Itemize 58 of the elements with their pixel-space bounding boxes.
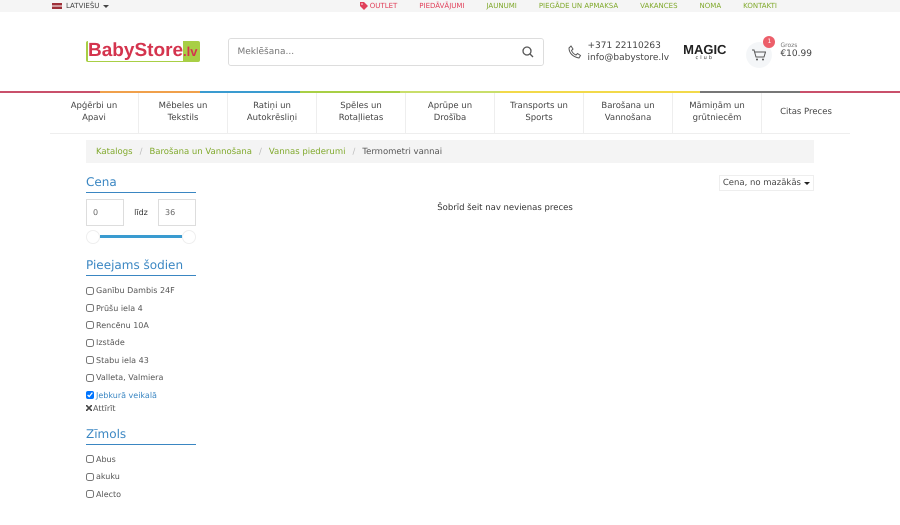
checkbox[interactable] [86, 356, 94, 364]
filter-title: Pieejams šodien [86, 258, 196, 276]
separator: / [258, 146, 262, 156]
category-link[interactable]: Ratiņi un Autokrēsliņi [228, 93, 317, 133]
slider-handle[interactable] [182, 230, 196, 244]
checkbox-label[interactable]: Rencēnu 10A [96, 320, 149, 330]
close-icon [86, 405, 92, 412]
category-link[interactable]: Citas Preces [762, 93, 850, 133]
checkbox[interactable] [86, 338, 94, 347]
search-field[interactable]: Meklēšana... [228, 38, 544, 66]
category-link[interactable]: Transports un Sports [495, 93, 584, 133]
breadcrumb-current: Termometri vannai [362, 146, 442, 156]
email-address[interactable]: info@babystore.lv [588, 52, 670, 62]
category-link[interactable]: Spēles un Rotaļlietas [317, 93, 406, 133]
max-price-field[interactable]: 36 [158, 199, 196, 226]
separator: / [140, 146, 142, 156]
filter-title: Zīmols [86, 426, 196, 445]
checkbox-label[interactable]: akuku [96, 472, 120, 482]
checkbox-label[interactable]: Valleta, Valmiera [96, 373, 164, 382]
phone-number[interactable]: +371 22110263 [588, 40, 670, 50]
checkbox-label[interactable]: Abus [96, 454, 116, 464]
category-link[interactable]: Aprūpe un Drošība [406, 93, 495, 133]
checkbox-label[interactable]: Izstāde [96, 338, 125, 348]
checkbox[interactable] [86, 472, 94, 481]
cart-icon [752, 48, 766, 60]
checkbox-label[interactable]: Alecto [96, 490, 122, 499]
slider-handle[interactable] [86, 230, 100, 244]
range-label: līdz [134, 208, 148, 217]
price-slider[interactable] [100, 235, 182, 238]
checkbox[interactable] [86, 286, 94, 295]
checkbox-label[interactable]: Jebkurā veikalā [96, 390, 157, 400]
checkbox[interactable] [86, 455, 94, 464]
category-link[interactable]: Māmiņām un grūtniecēm [673, 93, 762, 133]
checkbox-label[interactable]: Prūšu iela 4 [96, 304, 143, 313]
search-icon [522, 46, 534, 58]
checkbox[interactable] [86, 321, 94, 330]
checkbox-label[interactable]: Stabu iela 43 [96, 356, 149, 365]
category-link[interactable]: Barošana un Vannošana [584, 93, 673, 133]
separator: / [352, 146, 356, 156]
checkbox-label[interactable]: Ganību Dambis 24F [96, 286, 175, 296]
sort-dropdown[interactable]: Cena, no mazākās [718, 175, 814, 191]
checkbox[interactable] [86, 304, 94, 312]
flag-icon [52, 3, 62, 9]
checkbox[interactable] [86, 391, 94, 400]
min-price-field[interactable]: 0 [86, 199, 124, 226]
category-link[interactable]: Mēbeles un Tekstils [139, 93, 228, 133]
clear-filter-link[interactable]: Attīrīt [86, 404, 196, 413]
caret-icon [804, 182, 810, 184]
checkbox[interactable] [86, 374, 94, 382]
caret-icon [103, 4, 110, 8]
filter-title: Cena [86, 175, 196, 193]
category-link[interactable]: Apģērbi un Apavi [50, 93, 139, 133]
checkbox[interactable] [86, 490, 94, 498]
cart-button[interactable] [746, 42, 772, 68]
empty-message: Šobrīd šeit nav nevienas preces [436, 203, 574, 213]
phone-icon [568, 44, 582, 58]
store-logo[interactable]: BabyStore.lv [86, 41, 200, 62]
cart-total: €10.99 [780, 50, 812, 60]
